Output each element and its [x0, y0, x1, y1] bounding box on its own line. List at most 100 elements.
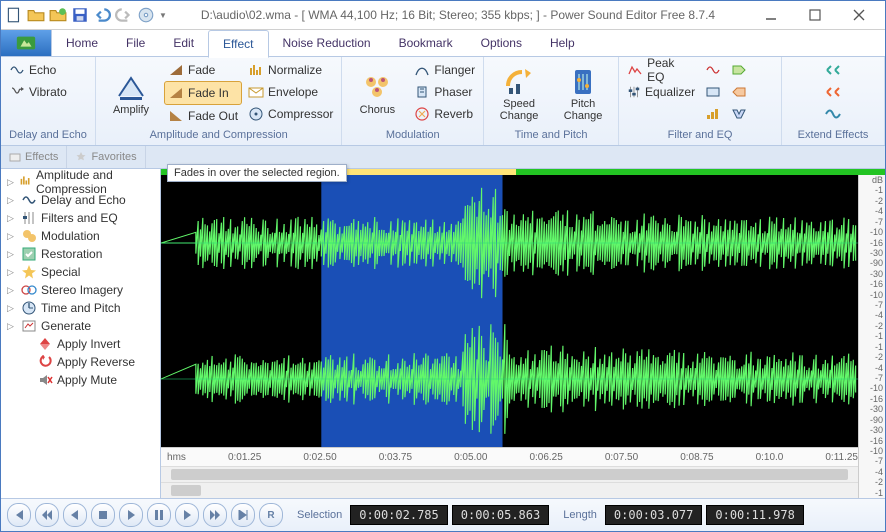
chevron-right-icon[interactable]: ▷	[7, 285, 17, 296]
selection-start-value: 0:00:02.785	[350, 505, 447, 525]
fade-out-button[interactable]: Fade Out	[164, 105, 242, 127]
filter-btn-2[interactable]	[701, 81, 725, 103]
undo-icon[interactable]	[93, 6, 111, 24]
reverb-button[interactable]: Reverb	[410, 103, 479, 125]
extend-effect-2[interactable]	[824, 83, 842, 101]
envelope-button[interactable]: Envelope	[244, 81, 337, 103]
chevron-right-icon[interactable]: ▷	[7, 213, 17, 224]
record-button[interactable]: R	[259, 503, 283, 527]
effects-tree[interactable]: ▷Amplitude and Compression▷Delay and Ech…	[1, 169, 161, 498]
chevron-right-icon[interactable]: ▷	[7, 177, 15, 188]
chevron-right-icon[interactable]: ▷	[7, 195, 17, 206]
filter-btn-1[interactable]	[701, 59, 725, 81]
extend-effect-1[interactable]	[824, 61, 842, 79]
equalizer-button[interactable]: Equalizer	[623, 81, 699, 103]
new-icon[interactable]	[5, 6, 23, 24]
normalize-button[interactable]: Normalize	[244, 59, 337, 81]
zoom-thumb[interactable]	[171, 485, 201, 496]
waveform-left-channel[interactable]	[161, 175, 858, 311]
peak-eq-button[interactable]: Peak EQ	[623, 59, 699, 81]
tab-options[interactable]: Options	[467, 30, 536, 56]
side-tab-favorites[interactable]: Favorites	[67, 146, 145, 168]
amplify-button[interactable]: Amplify	[100, 59, 162, 129]
tab-help[interactable]: Help	[536, 30, 589, 56]
horizontal-scrollbar[interactable]	[161, 466, 858, 482]
chorus-icon	[361, 72, 393, 104]
open-icon[interactable]	[27, 6, 45, 24]
waveform-right-channel[interactable]	[161, 311, 858, 447]
pitch-change-button[interactable]: Pitch Change	[552, 59, 614, 129]
tab-file[interactable]: File	[112, 30, 159, 56]
length-label: Length	[563, 509, 597, 521]
transport-bar: R Selection 0:00:02.785 0:00:05.863 Leng…	[1, 498, 885, 531]
scrollbar-thumb[interactable]	[171, 469, 848, 480]
timeline-tick: 0:01.25	[228, 452, 261, 463]
timeline-tick: 0:08.75	[680, 452, 713, 463]
pause-button[interactable]	[147, 503, 171, 527]
chevron-right-icon[interactable]: ▷	[7, 303, 17, 314]
tree-node[interactable]: Apply Mute	[3, 371, 158, 389]
next-button[interactable]	[175, 503, 199, 527]
minimize-button[interactable]	[749, 1, 793, 29]
tab-effect[interactable]: Effect	[208, 30, 268, 58]
goto-start-button[interactable]	[7, 503, 31, 527]
extend-effect-3[interactable]	[824, 105, 842, 123]
tab-noise-reduction[interactable]: Noise Reduction	[269, 30, 385, 56]
timeline-tick: 0:03.75	[379, 452, 412, 463]
filter4-icon	[731, 62, 747, 78]
qat-dropdown-icon[interactable]: ▼	[159, 11, 167, 20]
maximize-button[interactable]	[793, 1, 837, 29]
filter-btn-6[interactable]	[727, 103, 751, 125]
tree-node[interactable]: Apply Invert	[3, 335, 158, 353]
tree-node[interactable]: ▷Generate	[3, 317, 158, 335]
tab-home[interactable]: Home	[52, 30, 112, 56]
inv-icon	[37, 336, 53, 352]
open2-icon[interactable]	[49, 6, 67, 24]
app-menu-button[interactable]	[1, 30, 52, 56]
speed-change-button[interactable]: Speed Change	[488, 59, 550, 129]
chevron-right-icon[interactable]: ▷	[7, 231, 17, 242]
prev-button[interactable]	[63, 503, 87, 527]
filter-btn-3[interactable]	[701, 103, 725, 125]
tree-node[interactable]: ▷ Stereo Imagery	[3, 281, 158, 299]
stop-button[interactable]	[91, 503, 115, 527]
goto-end-button[interactable]	[231, 503, 255, 527]
close-button[interactable]	[837, 1, 881, 29]
rewind-button[interactable]	[35, 503, 59, 527]
filter-btn-4[interactable]	[727, 59, 751, 81]
zoom-scrollbar[interactable]	[161, 482, 858, 498]
side-tab-effects[interactable]: Effects	[1, 146, 67, 168]
redo-icon[interactable]	[115, 6, 133, 24]
tree-node[interactable]: ▷Modulation	[3, 227, 158, 245]
tree-node[interactable]: ▷ Time and Pitch	[3, 299, 158, 317]
tab-edit[interactable]: Edit	[159, 30, 208, 56]
echo-button[interactable]: Echo	[5, 59, 85, 81]
group-delay-echo: Echo Vibrato Delay and Echo	[1, 57, 96, 145]
cd-icon[interactable]	[137, 6, 155, 24]
tree-label: Time and Pitch	[41, 301, 121, 315]
fade-in-button[interactable]: Fade In	[164, 81, 242, 105]
filter-btn-5[interactable]	[727, 81, 751, 103]
tree-node[interactable]: Apply Reverse	[3, 353, 158, 371]
tree-node[interactable]: ▷Filters and EQ	[3, 209, 158, 227]
ffwd-button[interactable]	[203, 503, 227, 527]
chevron-right-icon[interactable]: ▷	[7, 249, 17, 260]
compressor-button[interactable]: Compressor	[244, 103, 337, 125]
tree-node[interactable]: ▷Amplitude and Compression	[3, 173, 158, 191]
phaser-button[interactable]: Phaser	[410, 81, 479, 103]
save-icon[interactable]	[71, 6, 89, 24]
play-button[interactable]	[119, 503, 143, 527]
flanger-button[interactable]: Flanger	[410, 59, 479, 81]
speed-change-icon	[503, 66, 535, 98]
chevron-right-icon[interactable]: ▷	[7, 321, 17, 332]
chorus-button[interactable]: Chorus	[346, 59, 408, 129]
vibrato-label: Vibrato	[29, 85, 67, 99]
chevron-right-icon[interactable]: ▷	[7, 267, 17, 278]
tab-bookmark[interactable]: Bookmark	[385, 30, 467, 56]
tree-node[interactable]: ▷Restoration	[3, 245, 158, 263]
timeline-ruler[interactable]: hms0:01.250:02.500:03.750:05.000:06.250:…	[161, 447, 858, 466]
tree-node[interactable]: ▷Special	[3, 263, 158, 281]
fade-button[interactable]: Fade	[164, 59, 242, 81]
vibrato-button[interactable]: Vibrato	[5, 81, 85, 103]
tree-label: Stereo Imagery	[41, 283, 123, 297]
